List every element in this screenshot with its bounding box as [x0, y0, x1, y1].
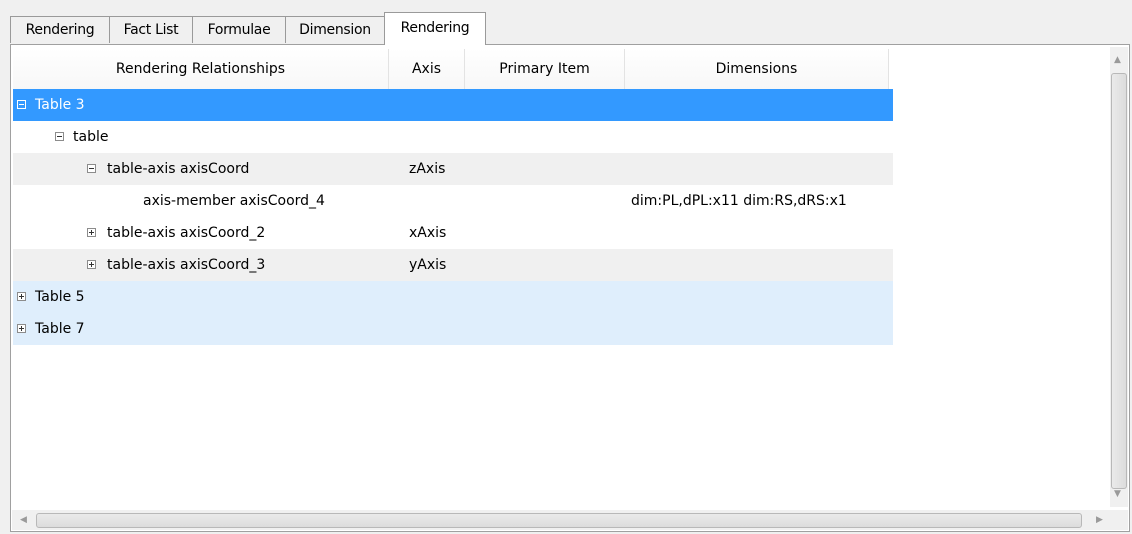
- tab-fact-list[interactable]: Fact List: [109, 16, 193, 43]
- vertical-scrollbar[interactable]: ▲ ▼: [1110, 47, 1128, 507]
- column-header-axis[interactable]: Axis: [389, 49, 465, 89]
- tree-row-label: table: [73, 129, 109, 145]
- column-header-primary-item[interactable]: Primary Item: [465, 49, 625, 89]
- tab-rendering[interactable]: Rendering: [10, 16, 110, 43]
- tree-row-table-axis-axiscoord-3[interactable]: table-axis axisCoord_3 yAxis: [13, 249, 893, 281]
- axis-value: xAxis: [409, 225, 447, 241]
- expand-icon[interactable]: [17, 292, 26, 301]
- scroll-down-icon[interactable]: ▼: [1114, 489, 1121, 499]
- tree-row-table-7[interactable]: Table 7: [13, 313, 893, 345]
- collapse-icon[interactable]: [55, 132, 64, 141]
- tab-dimension[interactable]: Dimension: [285, 16, 385, 43]
- scroll-right-icon[interactable]: ▶: [1096, 515, 1103, 525]
- column-header: Rendering Relationships Axis Primary Ite…: [13, 49, 889, 89]
- tree-row-table-axis-axiscoord-2[interactable]: table-axis axisCoord_2 xAxis: [13, 217, 893, 249]
- expand-icon[interactable]: [17, 324, 26, 333]
- tree-row-table-5[interactable]: Table 5: [13, 281, 893, 313]
- column-header-rendering-relationships[interactable]: Rendering Relationships: [13, 49, 389, 89]
- tree-row-label: table-axis axisCoord_2: [107, 225, 266, 241]
- tree-row-table-3[interactable]: Table 3: [13, 89, 893, 121]
- horizontal-scroll-thumb[interactable]: [36, 513, 1082, 528]
- tab-formulae[interactable]: Formulae: [192, 16, 286, 43]
- column-header-dimensions[interactable]: Dimensions: [625, 49, 889, 89]
- expand-icon[interactable]: [87, 228, 96, 237]
- tree-row-label: table-axis axisCoord: [107, 161, 250, 177]
- tree-row-table[interactable]: table: [13, 121, 893, 153]
- rendering-tree-panel: Rendering Relationships Axis Primary Ite…: [10, 44, 1130, 532]
- collapse-icon[interactable]: [87, 164, 96, 173]
- dimensions-value: dim:PL,dPL:x11 dim:RS,dRS:x1: [631, 193, 847, 209]
- vertical-scroll-thumb[interactable]: [1111, 73, 1127, 489]
- axis-value: yAxis: [409, 257, 447, 273]
- expand-icon[interactable]: [87, 260, 96, 269]
- tree-row-label: Table 5: [35, 289, 85, 305]
- tree-row-table-axis-axiscoord[interactable]: table-axis axisCoord zAxis: [13, 153, 893, 185]
- axis-value: zAxis: [409, 161, 446, 177]
- tree-row-label: Table 3: [35, 97, 85, 113]
- collapse-icon[interactable]: [17, 100, 26, 109]
- tab-bar: Rendering Fact List Formulae Dimension R…: [10, 0, 1132, 46]
- scroll-left-icon[interactable]: ◀: [20, 515, 27, 525]
- scroll-up-icon[interactable]: ▲: [1114, 55, 1121, 65]
- tree-row-axis-member-axiscoord-4[interactable]: axis-member axisCoord_4 dim:PL,dPL:x11 d…: [13, 185, 893, 217]
- tree-row-label: table-axis axisCoord_3: [107, 257, 266, 273]
- tab-rendering-active[interactable]: Rendering: [384, 12, 486, 45]
- scrollbar-corner: [1110, 510, 1128, 530]
- horizontal-scrollbar[interactable]: ◀ ▶: [12, 510, 1110, 530]
- tree-row-label: Table 7: [35, 321, 85, 337]
- tree-row-label: axis-member axisCoord_4: [143, 193, 325, 209]
